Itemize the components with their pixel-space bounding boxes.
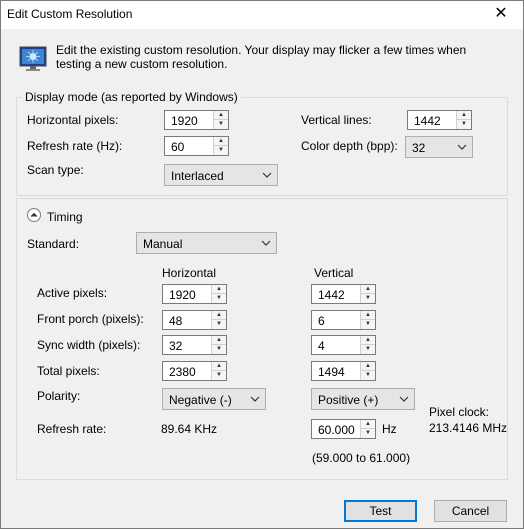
spin-up-icon[interactable]: ▲ [212, 285, 226, 294]
active-pixels-label: Active pixels: [37, 286, 108, 300]
spin-down-icon[interactable]: ▼ [361, 345, 375, 354]
spin-down-icon[interactable]: ▼ [457, 120, 471, 129]
sync-v-value: 4 [318, 339, 325, 353]
sync-h-spinner[interactable]: 32 ▲ ▼ [162, 335, 227, 355]
chevron-down-icon [261, 240, 271, 246]
vertical-refresh-spinner[interactable]: 60.000 ▲ ▼ [311, 419, 376, 439]
spin-down-icon[interactable]: ▼ [212, 371, 226, 380]
total-pixels-label: Total pixels: [37, 364, 100, 378]
sync-v-spinner[interactable]: 4 ▲ ▼ [311, 335, 376, 355]
total-h-value: 2380 [169, 365, 196, 379]
horizontal-pixels-spinner[interactable]: 1920 ▲ ▼ [164, 110, 229, 130]
chevron-down-icon [250, 396, 260, 402]
standard-value: Manual [143, 237, 183, 251]
spin-up-icon[interactable]: ▲ [214, 137, 228, 146]
front-porch-label: Front porch (pixels): [37, 312, 144, 326]
spin-up-icon[interactable]: ▲ [361, 285, 375, 294]
active-v-value: 1442 [318, 288, 345, 302]
refresh-rate-value: 60 [171, 140, 185, 154]
spin-down-icon[interactable]: ▼ [212, 294, 226, 303]
vertical-refresh-value: 60.000 [318, 423, 355, 437]
polarity-v-value: Positive (+) [318, 393, 379, 407]
spin-down-icon[interactable]: ▼ [212, 320, 226, 329]
total-h-spinner[interactable]: 2380 ▲ ▼ [162, 361, 227, 381]
spin-up-icon[interactable]: ▲ [457, 111, 471, 120]
cancel-button[interactable]: Cancel [434, 500, 507, 522]
color-depth-value: 32 [412, 141, 426, 155]
pixel-clock-value: 213.4146 MHz [429, 421, 508, 435]
spin-down-icon[interactable]: ▼ [212, 345, 226, 354]
dialog-window: Edit Custom Resolution ✕ Edit the existi… [0, 0, 524, 529]
chevron-down-icon [262, 172, 272, 178]
horizontal-pixels-value: 1920 [171, 114, 198, 128]
spin-down-icon[interactable]: ▼ [214, 120, 228, 129]
standard-label: Standard: [27, 237, 80, 251]
total-v-value: 1494 [318, 365, 345, 379]
timing-title: Timing [47, 210, 83, 224]
scan-type-label: Scan type: [27, 163, 84, 177]
vertical-column-header: Vertical [314, 266, 354, 280]
total-v-spinner[interactable]: 1494 ▲ ▼ [311, 361, 376, 381]
collapse-toggle[interactable] [27, 208, 41, 222]
color-depth-select[interactable]: 32 [405, 136, 473, 158]
test-button[interactable]: Test [344, 500, 417, 522]
refresh-rate-label: Refresh rate (Hz): [27, 139, 123, 153]
pixel-clock-label: Pixel clock: [429, 405, 490, 419]
spin-down-icon[interactable]: ▼ [361, 320, 375, 329]
timing-refresh-rate-label: Refresh rate: [37, 422, 107, 436]
spin-down-icon[interactable]: ▼ [361, 429, 375, 438]
horizontal-refresh-value: 89.64 KHz [161, 422, 218, 436]
polarity-h-value: Negative (-) [169, 393, 232, 407]
sync-width-label: Sync width (pixels): [37, 338, 141, 352]
polarity-h-select[interactable]: Negative (-) [162, 388, 266, 410]
spin-up-icon[interactable]: ▲ [361, 311, 375, 320]
front-h-spinner[interactable]: 48 ▲ ▼ [162, 310, 227, 330]
front-h-value: 48 [169, 314, 183, 328]
spin-up-icon[interactable]: ▲ [214, 111, 228, 120]
front-v-value: 6 [318, 314, 325, 328]
active-h-spinner[interactable]: 1920 ▲ ▼ [162, 284, 227, 304]
scan-type-select[interactable]: Interlaced [164, 164, 278, 186]
spin-up-icon[interactable]: ▲ [212, 336, 226, 345]
title-bar: Edit Custom Resolution ✕ [1, 1, 523, 29]
window-title: Edit Custom Resolution [7, 7, 133, 21]
refresh-rate-spinner[interactable]: 60 ▲ ▼ [164, 136, 229, 156]
scan-type-value: Interlaced [171, 169, 224, 183]
monitor-icon [19, 46, 47, 71]
spin-up-icon[interactable]: ▲ [361, 336, 375, 345]
spin-up-icon[interactable]: ▲ [212, 362, 226, 371]
color-depth-label: Color depth (bpp): [301, 139, 398, 153]
chevron-down-icon [399, 396, 409, 402]
active-v-spinner[interactable]: 1442 ▲ ▼ [311, 284, 376, 304]
vertical-lines-value: 1442 [414, 114, 441, 128]
vertical-refresh-unit: Hz [382, 422, 397, 436]
horizontal-pixels-label: Horizontal pixels: [27, 113, 119, 127]
vertical-lines-label: Vertical lines: [301, 113, 372, 127]
chevron-up-icon [30, 212, 38, 217]
chevron-down-icon [457, 144, 467, 150]
display-mode-title: Display mode (as reported by Windows) [22, 90, 241, 104]
spin-up-icon[interactable]: ▲ [361, 420, 375, 429]
polarity-label: Polarity: [37, 389, 81, 403]
spin-up-icon[interactable]: ▲ [361, 362, 375, 371]
close-button[interactable]: ✕ [479, 1, 523, 29]
spin-down-icon[interactable]: ▼ [214, 146, 228, 155]
intro-text: Edit the existing custom resolution. You… [56, 43, 467, 71]
refresh-range-text: (59.000 to 61.000) [312, 451, 411, 465]
horizontal-column-header: Horizontal [162, 266, 217, 280]
polarity-v-select[interactable]: Positive (+) [311, 388, 415, 410]
spin-down-icon[interactable]: ▼ [361, 371, 375, 380]
sync-h-value: 32 [169, 339, 183, 353]
front-v-spinner[interactable]: 6 ▲ ▼ [311, 310, 376, 330]
vertical-lines-spinner[interactable]: 1442 ▲ ▼ [407, 110, 472, 130]
standard-select[interactable]: Manual [136, 232, 277, 254]
active-h-value: 1920 [169, 288, 196, 302]
spin-down-icon[interactable]: ▼ [361, 294, 375, 303]
spin-up-icon[interactable]: ▲ [212, 311, 226, 320]
